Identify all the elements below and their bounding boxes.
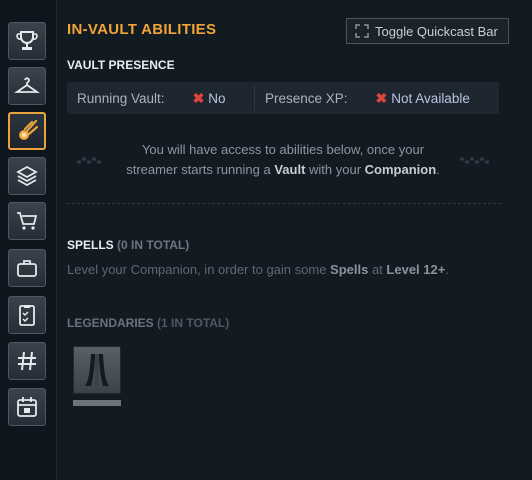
- vault-presence-heading: VAULT PRESENCE: [67, 58, 175, 72]
- vault-info-text: with your: [305, 162, 365, 177]
- spells-message-text: at: [368, 262, 387, 277]
- trophy-icon: [16, 31, 38, 50]
- expand-icon: [355, 24, 369, 38]
- legendary-ability-progress: [73, 400, 121, 406]
- sidebar-item-layers[interactable]: [8, 157, 46, 195]
- vault-info-line2: streamer starts running a Vault with you…: [67, 160, 499, 180]
- vault-info-vault: Vault: [274, 162, 306, 177]
- legendaries-count: (1 IN TOTAL): [157, 316, 230, 330]
- spells-count: (0 IN TOTAL): [117, 238, 190, 252]
- sidebar: [0, 0, 57, 480]
- fireball-icon: [19, 119, 39, 140]
- sidebar-item-shop[interactable]: [8, 202, 46, 240]
- spells-message: Level your Companion, in order to gain s…: [67, 262, 449, 277]
- hashtag-icon: [18, 351, 36, 371]
- vault-presence-bar: Running Vault: ✖ No Presence XP: ✖ Not A…: [67, 82, 499, 114]
- hanger-icon: [14, 77, 40, 93]
- spells-heading: SPELLS (0 IN TOTAL): [67, 238, 189, 252]
- toggle-quickcast-label: Toggle Quickcast Bar: [375, 23, 498, 39]
- section-divider: [67, 203, 501, 204]
- sidebar-item-tasks[interactable]: [8, 296, 46, 334]
- presence-xp-cell: Presence XP: ✖ Not Available: [255, 82, 499, 114]
- legendary-ability-item[interactable]: [73, 346, 121, 394]
- vault-info-line1: You will have access to abilities below,…: [141, 142, 425, 157]
- app-root: IN-VAULT ABILITIES Toggle Quickcast Bar …: [0, 0, 532, 480]
- spells-message-text: Level your Companion, in order to gain s…: [67, 262, 331, 277]
- spells-message-level: Level 12+: [386, 262, 446, 277]
- toggle-quickcast-button[interactable]: Toggle Quickcast Bar: [346, 18, 509, 44]
- legendaries-heading-text: LEGENDARIES: [67, 316, 154, 330]
- sidebar-item-trophies[interactable]: [8, 22, 46, 60]
- vault-info-text: streamer starts running a: [126, 162, 275, 177]
- presence-xp-label: Presence XP:: [265, 90, 348, 106]
- legendaries-heading: LEGENDARIES (1 IN TOTAL): [67, 316, 229, 330]
- cart-icon: [17, 212, 38, 230]
- presence-xp-value: ✖ Not Available: [376, 90, 470, 107]
- sidebar-item-abilities[interactable]: [8, 112, 46, 150]
- sidebar-item-inventory[interactable]: [8, 249, 46, 287]
- spells-message-spells: Spells: [330, 262, 369, 277]
- sidebar-item-wardrobe[interactable]: [8, 67, 46, 105]
- legendary-ability-icon: [85, 354, 109, 386]
- spells-message-text: .: [445, 262, 449, 277]
- spells-heading-text: SPELLS: [67, 238, 114, 252]
- calendar-icon: [17, 397, 37, 417]
- running-vault-label: Running Vault:: [77, 90, 165, 106]
- sidebar-item-tags[interactable]: [8, 342, 46, 380]
- page-title: IN-VAULT ABILITIES: [67, 21, 217, 38]
- presence-xp-value-text: Not Available: [391, 90, 470, 106]
- layers-icon: [16, 165, 38, 187]
- running-vault-value-text: No: [208, 90, 226, 106]
- running-vault-value: ✖ No: [193, 90, 226, 107]
- sidebar-item-calendar[interactable]: [8, 388, 46, 426]
- cross-icon: ✖: [375, 89, 388, 106]
- main-panel: IN-VAULT ABILITIES Toggle Quickcast Bar …: [57, 0, 532, 480]
- cross-icon: ✖: [192, 89, 205, 106]
- running-vault-cell: Running Vault: ✖ No: [67, 82, 254, 114]
- vault-info-text: .: [436, 162, 440, 177]
- clipboard-icon: [19, 305, 35, 326]
- vault-info-companion: Companion: [364, 162, 437, 177]
- briefcase-icon: [17, 260, 37, 277]
- vault-info-message: You will have access to abilities below,…: [67, 140, 499, 180]
